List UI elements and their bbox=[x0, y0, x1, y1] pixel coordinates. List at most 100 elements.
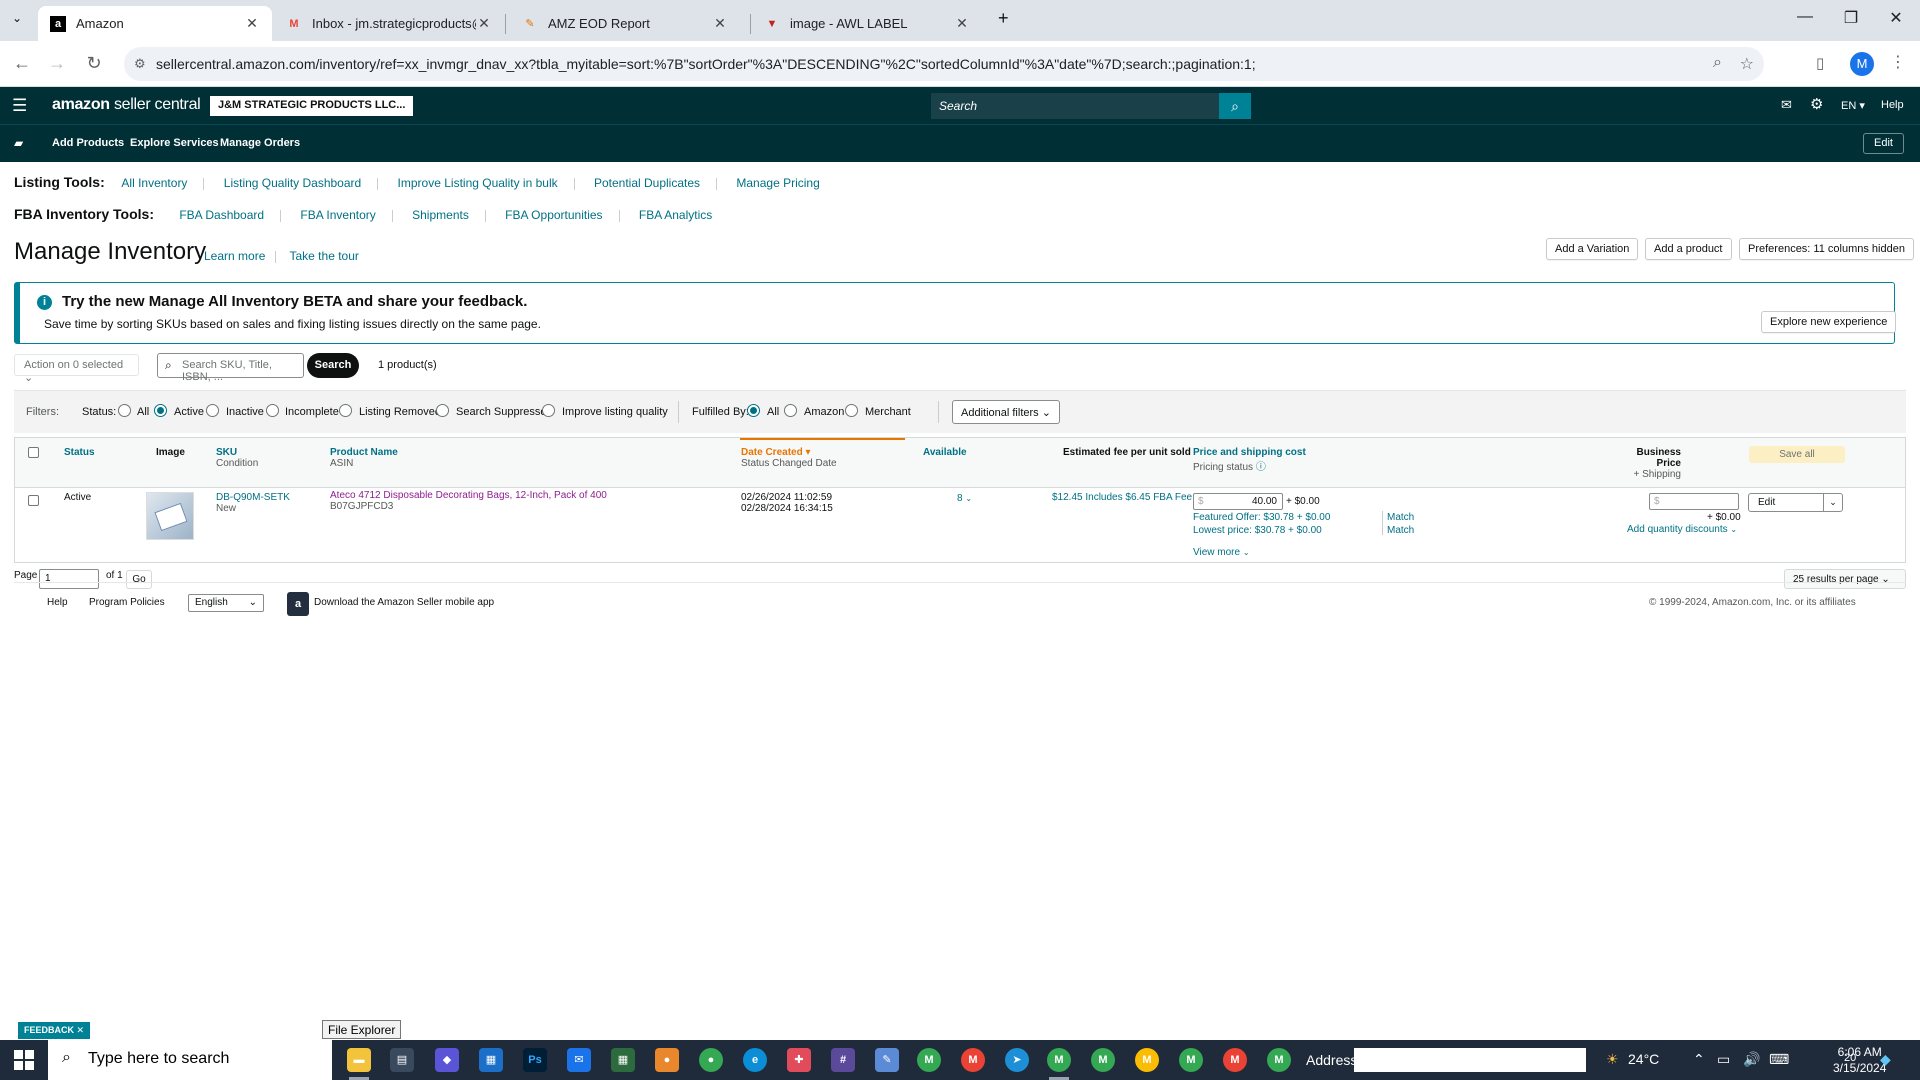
app-icon[interactable]: ▦ bbox=[479, 1048, 503, 1072]
footer-language-select[interactable]: English ⌄ bbox=[188, 594, 264, 612]
tab-eod-report[interactable]: ✎ AMZ EOD Report ✕ bbox=[510, 6, 740, 41]
restore-icon[interactable]: ❐ bbox=[1836, 8, 1866, 28]
fulfilled-amazon-radio[interactable] bbox=[784, 404, 797, 417]
site-info-icon[interactable]: ⚙ bbox=[134, 56, 146, 72]
inventory-search-input[interactable]: ⌕ Search SKU, Title, ISBN, ... bbox=[157, 353, 304, 383]
link-improve-listing-quality[interactable]: Improve Listing Quality in bulk bbox=[398, 176, 558, 190]
download-app-link[interactable]: Download the Amazon Seller mobile app bbox=[314, 597, 494, 608]
row-asin[interactable]: B07GJPFCD3 bbox=[330, 501, 607, 512]
chrome-profile-icon[interactable]: M bbox=[1179, 1048, 1203, 1072]
search-icon[interactable]: ⌕ bbox=[1219, 93, 1251, 119]
footer-help-link[interactable]: Help bbox=[47, 597, 68, 608]
copilot-tray-icon[interactable]: ◆ bbox=[1880, 1051, 1891, 1068]
header-product-name[interactable]: Product Name ASIN bbox=[330, 447, 398, 469]
profile-avatar[interactable]: M bbox=[1850, 52, 1874, 76]
close-icon[interactable]: ✕ bbox=[476, 15, 492, 32]
settings-gear-icon[interactable]: ⚙ bbox=[1810, 95, 1823, 113]
footer-program-policies-link[interactable]: Program Policies bbox=[89, 597, 165, 608]
page-number-input[interactable]: 1 bbox=[39, 569, 99, 589]
header-status[interactable]: Status bbox=[64, 447, 95, 458]
row-checkbox[interactable] bbox=[28, 495, 39, 506]
search-button[interactable]: Search bbox=[307, 353, 359, 378]
link-manage-pricing[interactable]: Manage Pricing bbox=[736, 176, 819, 190]
subnav-add-products[interactable]: Add Products bbox=[52, 137, 124, 149]
notification-count[interactable]: 20 bbox=[1844, 1052, 1856, 1064]
link-shipments[interactable]: Shipments bbox=[412, 208, 469, 222]
status-search-suppressed-radio[interactable] bbox=[436, 404, 449, 417]
mail-icon[interactable]: ✉ bbox=[1781, 97, 1792, 113]
select-all-checkbox[interactable] bbox=[28, 447, 39, 458]
add-product-button[interactable]: Add a product bbox=[1645, 238, 1732, 260]
view-more-link[interactable]: View more ⌄ bbox=[1193, 547, 1250, 558]
header-sku[interactable]: SKU Condition bbox=[216, 447, 258, 469]
edge-icon[interactable]: e bbox=[743, 1048, 767, 1072]
subnav-explore-services[interactable]: Explore Services bbox=[130, 137, 219, 149]
chrome-active-icon[interactable]: M bbox=[1047, 1048, 1071, 1072]
language-selector[interactable]: EN ▾ bbox=[1841, 99, 1865, 112]
learn-more-link[interactable]: Learn more bbox=[204, 249, 265, 263]
tab-search-chevron-icon[interactable]: ⌄ bbox=[12, 11, 22, 25]
sku-link[interactable]: DB-Q90M-SETK bbox=[216, 492, 290, 503]
edit-listing-button[interactable]: Edit ⌄ bbox=[1748, 493, 1843, 512]
photoshop-icon[interactable]: Ps bbox=[523, 1048, 547, 1072]
info-icon[interactable]: ⓘ bbox=[1256, 462, 1266, 473]
tab-awl-label[interactable]: ▼ image - AWL LABEL ✕ bbox=[752, 6, 982, 41]
window-close-icon[interactable]: ✕ bbox=[1881, 8, 1911, 28]
bulk-action-select[interactable]: Action on 0 selected ⌄ bbox=[14, 354, 139, 384]
price-input[interactable]: $ 40.00 bbox=[1193, 493, 1283, 510]
slack-icon[interactable]: # bbox=[831, 1048, 855, 1072]
link-fba-analytics[interactable]: FBA Analytics bbox=[639, 208, 712, 222]
save-all-button[interactable]: Save all bbox=[1749, 446, 1845, 463]
fulfilled-merchant-radio[interactable] bbox=[845, 404, 858, 417]
help-link[interactable]: Help bbox=[1881, 99, 1904, 111]
edit-dropdown-chevron-icon[interactable]: ⌄ bbox=[1823, 494, 1842, 511]
notes-icon[interactable]: ✎ bbox=[875, 1048, 899, 1072]
link-fba-dashboard[interactable]: FBA Dashboard bbox=[179, 208, 264, 222]
match-featured-button[interactable]: Match bbox=[1387, 512, 1414, 523]
estimated-fee-link[interactable]: $12.45 Includes $6.45 FBA Fee bbox=[1052, 492, 1192, 503]
header-date-created[interactable]: Date Created ▾ Status Changed Date bbox=[741, 447, 837, 469]
product-name-link[interactable]: Ateco 4712 Disposable Decorating Bags, 1… bbox=[330, 490, 607, 501]
chrome-profile-icon[interactable]: M bbox=[1135, 1048, 1159, 1072]
more-menu-icon[interactable]: ⋮ bbox=[1890, 52, 1906, 72]
store-selector[interactable]: J&M STRATEGIC PRODUCTS LLC... bbox=[210, 96, 414, 116]
file-explorer-icon[interactable]: ▬ bbox=[347, 1048, 371, 1072]
status-improve-quality-radio[interactable] bbox=[542, 404, 555, 417]
status-active-radio[interactable] bbox=[154, 404, 167, 417]
close-icon[interactable]: ✕ bbox=[77, 1025, 85, 1035]
volume-icon[interactable]: 🔊 bbox=[1743, 1051, 1760, 1068]
link-fba-opportunities[interactable]: FBA Opportunities bbox=[505, 208, 602, 222]
seller-central-logo[interactable]: amazon seller central bbox=[52, 96, 201, 114]
add-quantity-discounts-link[interactable]: Add quantity discounts ⌄ bbox=[1627, 524, 1737, 535]
url-field[interactable]: ⚙ sellercentral.amazon.com/inventory/ref… bbox=[124, 47, 1764, 81]
product-thumbnail[interactable] bbox=[146, 492, 194, 540]
chrome-profile-icon[interactable]: M bbox=[917, 1048, 941, 1072]
match-lowest-button[interactable]: Match bbox=[1387, 525, 1414, 536]
available-quantity[interactable]: 8 ⌄ bbox=[957, 493, 972, 504]
network-icon[interactable]: ▭ bbox=[1717, 1051, 1730, 1068]
header-search-input[interactable]: Search bbox=[931, 93, 1221, 119]
feedback-tab[interactable]: FEEDBACK ✕ bbox=[18, 1022, 91, 1039]
zoom-icon[interactable]: ⌕ bbox=[1713, 54, 1722, 72]
hamburger-menu-icon[interactable]: ☰ bbox=[12, 96, 27, 116]
link-all-inventory[interactable]: All Inventory bbox=[121, 176, 187, 190]
new-tab-icon[interactable]: + bbox=[998, 8, 1009, 29]
bookmark-icon[interactable]: ▰ bbox=[14, 136, 23, 150]
add-variation-button[interactable]: Add a Variation bbox=[1546, 238, 1639, 260]
status-incomplete-radio[interactable] bbox=[266, 404, 279, 417]
windows-start-icon[interactable] bbox=[14, 1050, 34, 1070]
chrome-icon[interactable]: ● bbox=[699, 1048, 723, 1072]
weather-icon[interactable]: ☀ bbox=[1606, 1051, 1619, 1068]
additional-filters-dropdown[interactable]: Additional filters ⌄ bbox=[952, 400, 1060, 424]
chrome-profile-icon[interactable]: M bbox=[1267, 1048, 1291, 1072]
taskbar-clock[interactable]: 6:06 AM 3/15/2024 bbox=[1833, 1044, 1886, 1076]
fulfilled-all-radio[interactable] bbox=[747, 404, 760, 417]
mail-icon[interactable]: ✉ bbox=[567, 1048, 591, 1072]
take-tour-link[interactable]: Take the tour bbox=[290, 249, 359, 263]
bookmark-star-icon[interactable]: ☆ bbox=[1740, 54, 1754, 74]
copilot-icon[interactable]: ◆ bbox=[435, 1048, 459, 1072]
link-potential-duplicates[interactable]: Potential Duplicates bbox=[594, 176, 700, 190]
calculator-icon[interactable]: ▦ bbox=[611, 1048, 635, 1072]
business-price-input[interactable]: $ bbox=[1649, 493, 1739, 510]
keyboard-icon[interactable]: ⌨ bbox=[1769, 1051, 1789, 1068]
